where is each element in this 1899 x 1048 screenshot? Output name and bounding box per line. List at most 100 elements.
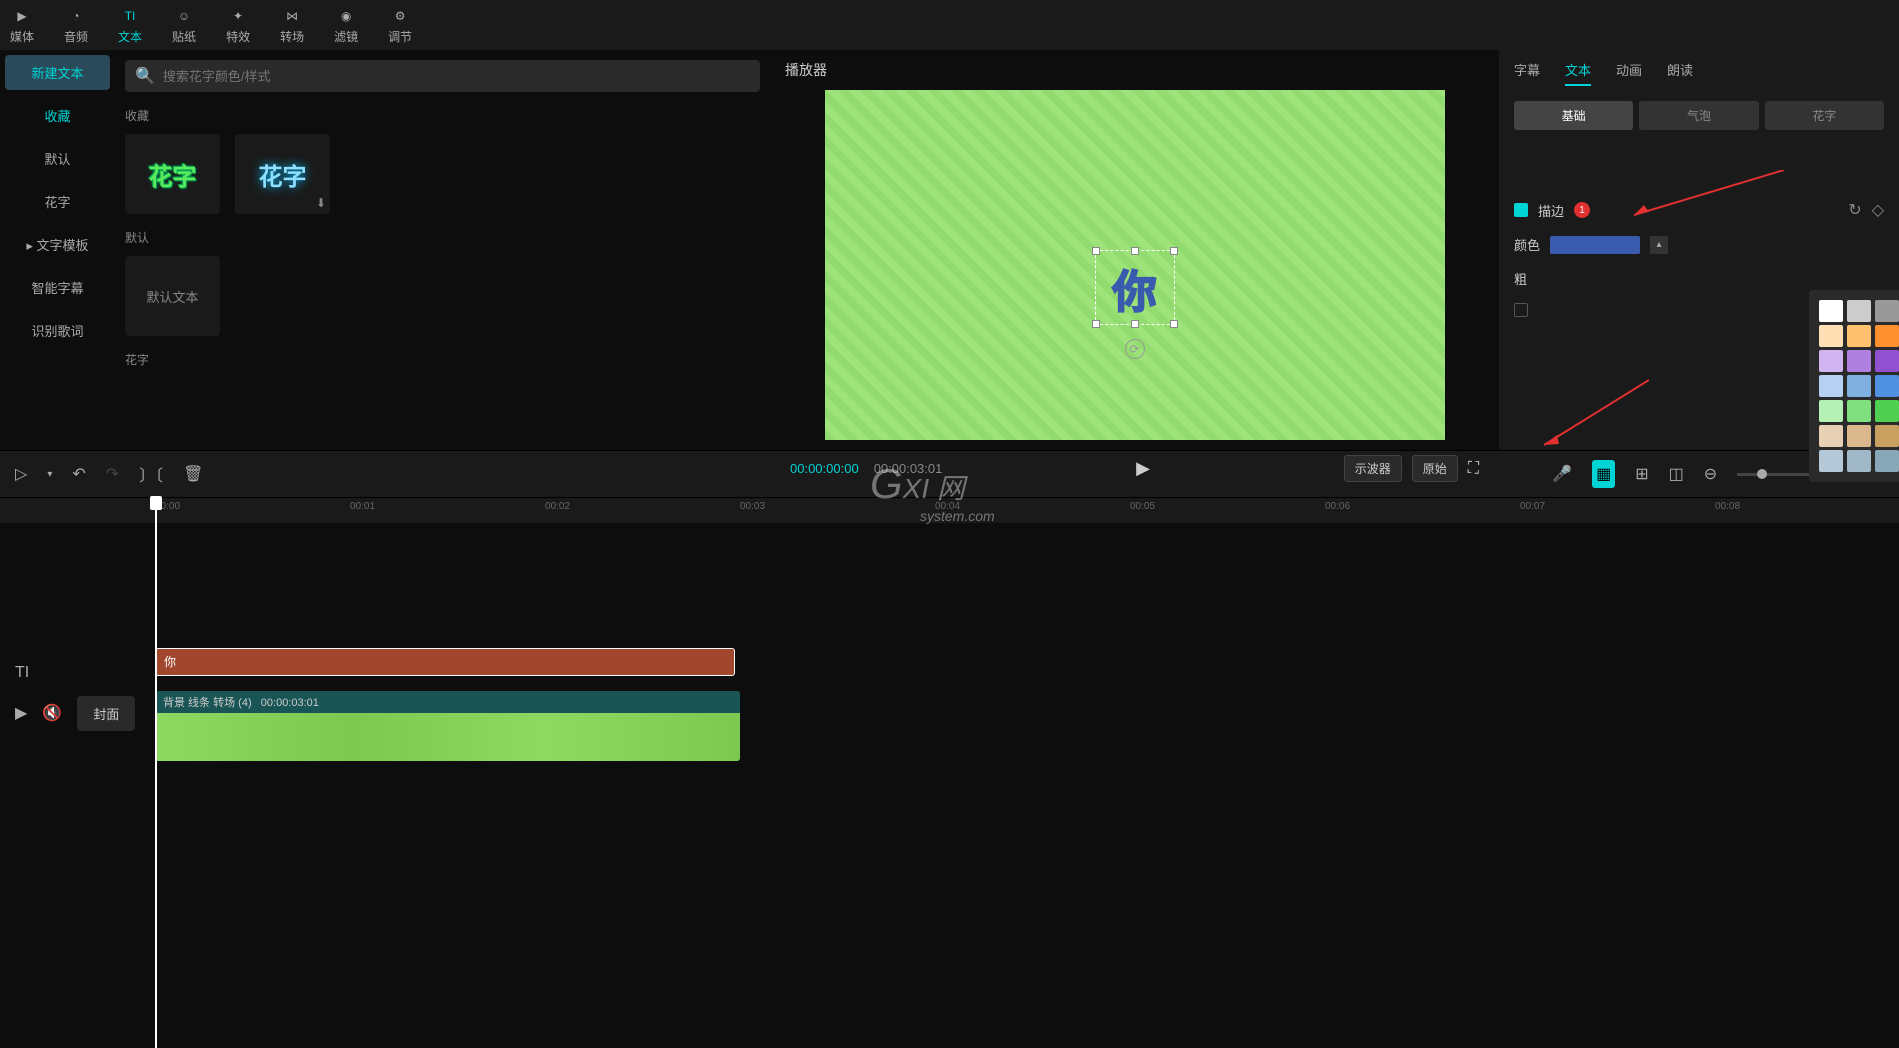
subtab-basic[interactable]: 基础 — [1514, 101, 1633, 130]
toolbar-media[interactable]: ▶媒体 — [10, 6, 34, 45]
stroke-checkbox[interactable] — [1514, 203, 1528, 217]
zoom-thumb[interactable] — [1757, 469, 1767, 479]
color-cell[interactable] — [1847, 375, 1871, 397]
magnet-icon[interactable]: ◫ — [1669, 464, 1684, 484]
mic-icon[interactable]: 🎤 — [1552, 464, 1572, 484]
search-input[interactable] — [163, 69, 750, 84]
sidebar-templates[interactable]: ▸ 文字模板 — [5, 227, 110, 262]
video-track[interactable]: 背景 线条 转场 (4) 00:00:03:01 — [155, 691, 1899, 766]
color-cell[interactable] — [1875, 325, 1899, 347]
sidebar-lyrics[interactable]: 识别歌词 — [5, 313, 110, 348]
toolbar-filter[interactable]: ◉滤镜 — [334, 6, 358, 45]
auto-caption-icon[interactable]: ▦ — [1592, 460, 1615, 488]
toolbar-audio[interactable]: ◔音频 — [64, 6, 88, 45]
search-bar[interactable]: 🔍 — [125, 60, 760, 92]
toolbar-effect[interactable]: ✦特效 — [226, 6, 250, 45]
toolbar-transition[interactable]: ⋈转场 — [280, 6, 304, 45]
color-cell[interactable] — [1875, 425, 1899, 447]
handle-tr[interactable] — [1170, 247, 1178, 255]
color-cell[interactable] — [1847, 450, 1871, 472]
new-text-button[interactable]: 新建文本 — [5, 55, 110, 90]
reset-icon[interactable]: ↻ — [1848, 200, 1861, 220]
cover-button[interactable]: 封面 — [77, 696, 135, 731]
toolbar-adjust[interactable]: ⚙调节 — [388, 6, 412, 45]
timeline-ruler[interactable]: 00:0000:0100:0200:0300:0400:0500:0600:07… — [0, 498, 1899, 523]
handle-bm[interactable] — [1131, 320, 1139, 328]
handle-tl[interactable] — [1092, 247, 1100, 255]
color-cell[interactable] — [1819, 350, 1843, 372]
tab-subtitle[interactable]: 字幕 — [1514, 60, 1540, 86]
text-track[interactable]: 你 — [155, 648, 1899, 688]
tab-text[interactable]: 文本 — [1565, 60, 1591, 86]
tab-animation[interactable]: 动画 — [1616, 60, 1642, 86]
annotation-arrow-1 — [1614, 170, 1784, 220]
color-cell[interactable] — [1819, 450, 1843, 472]
video-track-label: ▶ 🔇 封面 — [0, 693, 155, 733]
subtab-bubble[interactable]: 气泡 — [1639, 101, 1758, 130]
video-track-icon[interactable]: ▶ — [15, 703, 27, 723]
player-canvas[interactable]: 你 ⟳ — [825, 90, 1445, 440]
fullscreen-icon[interactable]: ⛶ — [1468, 460, 1479, 478]
filter-icon: ◉ — [336, 6, 356, 26]
toolbar-sticker[interactable]: ☺贴纸 — [172, 6, 196, 45]
tab-read[interactable]: 朗读 — [1667, 60, 1693, 86]
color-cell[interactable] — [1819, 300, 1843, 322]
toolbar-text[interactable]: TI文本 — [118, 6, 142, 45]
scope-button[interactable]: 示波器 — [1344, 455, 1402, 482]
color-cell[interactable] — [1847, 425, 1871, 447]
extra-checkbox[interactable] — [1514, 303, 1528, 317]
rotate-handle[interactable]: ⟳ — [1125, 339, 1145, 359]
handle-tm[interactable] — [1131, 247, 1139, 255]
color-cell[interactable] — [1875, 300, 1899, 322]
sidebar-smart-sub[interactable]: 智能字幕 — [5, 270, 110, 305]
text-clip[interactable]: 你 — [155, 648, 735, 676]
video-clip[interactable]: 背景 线条 转场 (4) 00:00:03:01 — [155, 691, 740, 761]
color-cell[interactable] — [1847, 400, 1871, 422]
timeline-tracks: TI ▶ 🔇 封面 你 背景 线条 转场 (4) 00:00:03:01 — [0, 523, 1899, 993]
text-preset-default[interactable]: 默认文本 — [125, 256, 220, 336]
color-cell[interactable] — [1875, 375, 1899, 397]
section-favorites: 收藏 — [125, 107, 760, 124]
zoom-slider[interactable] — [1737, 473, 1817, 476]
text-preset-green[interactable]: 花字 — [125, 134, 220, 214]
color-cell[interactable] — [1819, 425, 1843, 447]
text-bounding-box[interactable]: 你 ⟳ — [1095, 250, 1175, 325]
text-icon: TI — [120, 6, 140, 26]
player-panel: 播放器 你 ⟳ 00:00:00:00 00:00:03:01 ▶ 示波器 原始… — [770, 50, 1499, 450]
sidebar-fancy[interactable]: 花字 — [5, 184, 110, 219]
delete-tool[interactable]: 🗑 — [183, 464, 203, 484]
mute-icon[interactable]: 🔇 — [42, 703, 62, 723]
color-cell[interactable] — [1819, 325, 1843, 347]
original-button[interactable]: 原始 — [1412, 455, 1458, 482]
color-cell[interactable] — [1875, 400, 1899, 422]
color-cell[interactable] — [1847, 325, 1871, 347]
color-cell[interactable] — [1819, 375, 1843, 397]
color-dropdown-arrow[interactable]: ▴ — [1650, 236, 1668, 254]
play-button[interactable]: ▶ — [1136, 458, 1150, 479]
zoom-out-icon[interactable]: ⊖ — [1704, 464, 1717, 484]
color-cell[interactable] — [1875, 350, 1899, 372]
select-dropdown[interactable]: ▾ — [47, 469, 52, 480]
undo-button[interactable]: ↶ — [72, 464, 85, 484]
player-controls: 00:00:00:00 00:00:03:01 ▶ 示波器 原始 ⛶ — [785, 445, 1484, 492]
grid-icon[interactable]: ⊞ — [1635, 464, 1648, 484]
inspector-subtabs: 基础 气泡 花字 — [1514, 101, 1884, 130]
color-cell[interactable] — [1819, 400, 1843, 422]
handle-br[interactable] — [1170, 320, 1178, 328]
subtab-fancy[interactable]: 花字 — [1765, 101, 1884, 130]
redo-button[interactable]: ↷ — [106, 464, 119, 484]
color-cell[interactable] — [1875, 450, 1899, 472]
playhead[interactable] — [155, 498, 157, 1048]
split-tool[interactable]: 〕〔 — [139, 462, 163, 486]
sidebar-favorites[interactable]: 收藏 — [5, 98, 110, 133]
keyframe-icon[interactable]: ◇ — [1872, 200, 1884, 220]
select-tool[interactable]: ▷ — [15, 464, 27, 484]
inspector-tabs: 字幕 文本 动画 朗读 — [1514, 60, 1884, 86]
handle-bl[interactable] — [1092, 320, 1100, 328]
top-toolbar: ▶媒体 ◔音频 TI文本 ☺贴纸 ✦特效 ⋈转场 ◉滤镜 ⚙调节 — [0, 0, 1899, 50]
color-swatch[interactable] — [1550, 236, 1640, 254]
text-preset-blue[interactable]: 花字⬇ — [235, 134, 330, 214]
sidebar-default[interactable]: 默认 — [5, 141, 110, 176]
color-cell[interactable] — [1847, 300, 1871, 322]
color-cell[interactable] — [1847, 350, 1871, 372]
